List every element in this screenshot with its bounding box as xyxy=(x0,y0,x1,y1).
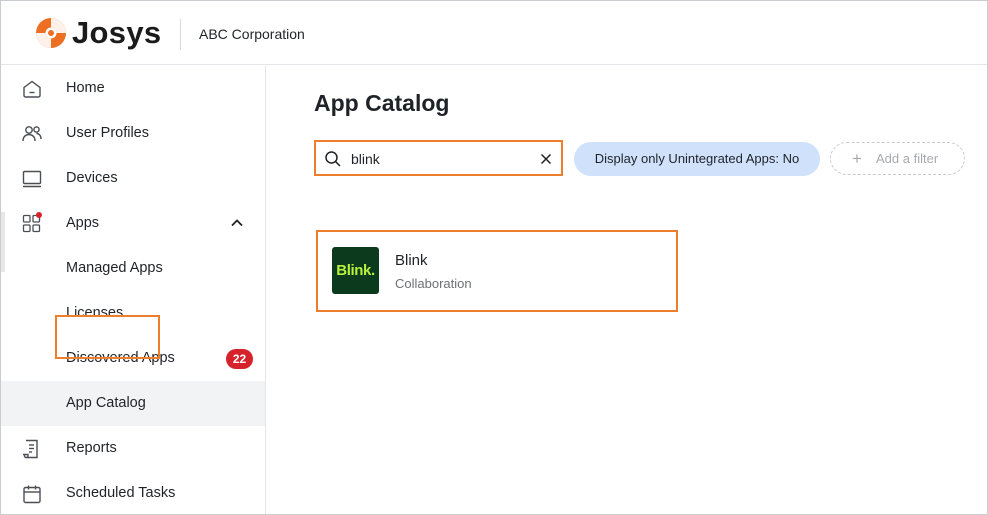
page-title: App Catalog xyxy=(314,90,450,116)
josys-logo-icon xyxy=(36,18,66,48)
app-name: Blink xyxy=(395,252,428,269)
app-category: Collaboration xyxy=(395,276,472,291)
unintegrated-apps-filter-chip[interactable]: Display only Unintegrated Apps: No xyxy=(574,142,820,176)
app-card[interactable]: Blink. Blink Collaboration xyxy=(316,230,678,312)
app-logo-text: Blink. xyxy=(336,262,375,279)
search-icon xyxy=(324,150,342,168)
monitor-icon xyxy=(21,168,43,190)
header-divider xyxy=(180,19,181,50)
sidebar-item-reports[interactable]: Reports xyxy=(1,426,265,471)
sidebar-item-label: Managed Apps xyxy=(66,260,163,276)
sidebar-item-label: Devices xyxy=(66,170,118,186)
plus-icon: + xyxy=(852,149,862,168)
sidebar-item-label: App Catalog xyxy=(66,395,146,411)
sidebar-item-devices[interactable]: Devices xyxy=(1,156,265,201)
sidebar: Home User Profiles Devices Apps Managed … xyxy=(1,66,266,514)
app-catalog-highlight xyxy=(55,315,160,359)
sidebar-item-label: Apps xyxy=(66,215,100,231)
notification-dot xyxy=(36,212,42,218)
brand-name: Josys xyxy=(72,15,162,50)
count-badge: 22 xyxy=(226,349,253,369)
calendar-icon xyxy=(21,483,43,505)
sidebar-item-home[interactable]: Home xyxy=(1,66,265,111)
close-icon[interactable] xyxy=(539,152,553,166)
top-header: Josys ABC Corporation xyxy=(1,1,987,65)
sidebar-item-user-profiles[interactable]: User Profiles xyxy=(1,111,265,156)
add-filter-label: Add a filter xyxy=(876,151,939,166)
sidebar-item-managed-apps[interactable]: Managed Apps xyxy=(1,246,265,291)
add-filter-button[interactable]: + Add a filter xyxy=(830,142,965,175)
home-icon xyxy=(21,78,43,100)
sidebar-item-label: User Profiles xyxy=(66,125,149,141)
chevron-up-icon[interactable] xyxy=(229,215,245,231)
apps-grid-icon xyxy=(21,212,43,235)
organization-name[interactable]: ABC Corporation xyxy=(199,26,305,42)
brand-logo[interactable]: Josys xyxy=(35,15,161,51)
users-icon xyxy=(21,123,43,145)
sidebar-item-label: Reports xyxy=(66,440,117,456)
sidebar-item-scheduled-tasks[interactable]: Scheduled Tasks xyxy=(1,471,265,515)
search-field[interactable] xyxy=(314,140,563,176)
sidebar-item-label: Scheduled Tasks xyxy=(66,485,176,501)
sidebar-item-app-catalog[interactable]: App Catalog xyxy=(1,381,265,426)
report-icon xyxy=(21,438,43,460)
sidebar-item-label: Home xyxy=(66,80,105,96)
blink-logo-icon: Blink. xyxy=(332,247,379,294)
search-input[interactable] xyxy=(351,148,531,170)
sidebar-item-apps[interactable]: Apps xyxy=(1,201,265,246)
